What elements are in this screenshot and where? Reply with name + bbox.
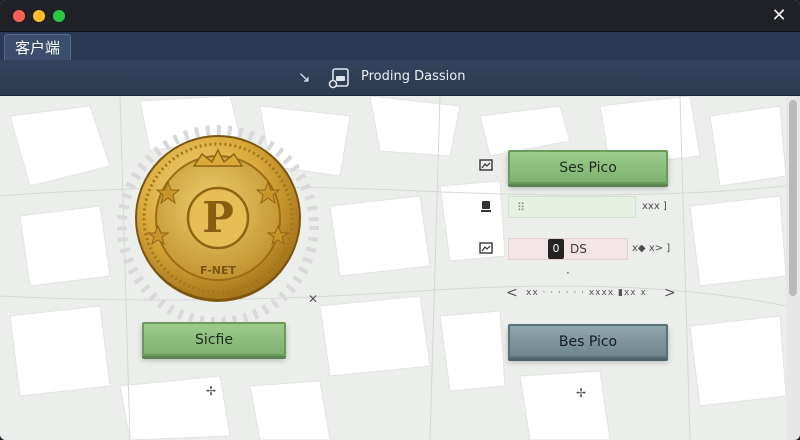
device-icon (478, 199, 494, 215)
divider-tick: · (566, 266, 570, 280)
field-row-1[interactable]: ⠿ (508, 196, 636, 218)
scroll-thumb[interactable] (789, 100, 797, 296)
ds-label: DS (570, 242, 587, 256)
image-icon (478, 158, 494, 174)
ds-badge: 0 (548, 239, 564, 259)
bes-pico-button[interactable]: Bes Pico (508, 324, 668, 358)
ses-pico-button[interactable]: Ses Pico (508, 150, 668, 184)
coin-caption: F-NET (200, 264, 236, 277)
close-window-button[interactable] (13, 10, 25, 22)
pager-text: xx · · · · · · xxxx ▮xx x (526, 288, 647, 298)
app-window: ✕ 客户端 ↘ Proding Dassion P F-NET Sicfie S… (0, 0, 800, 440)
coin-letter: P (202, 193, 234, 242)
pager-prev-button[interactable]: < (506, 284, 518, 302)
main-content: P F-NET Sicfie Ses Pico ⠿ xxx ] 0 DS x◆ … (0, 96, 786, 440)
pager-next-button[interactable]: > (664, 284, 676, 302)
title-bar: ✕ (0, 0, 800, 32)
nav-title: Proding Dassion (361, 69, 466, 84)
dot-marker: ✕ (308, 292, 319, 306)
field-row-1-tail: xxx ] (642, 201, 667, 212)
image-icon-2 (478, 241, 494, 257)
tab-bar: 客户端 (0, 32, 800, 60)
minimize-window-button[interactable] (33, 10, 45, 22)
arrow-down-right-icon[interactable]: ↘ (298, 68, 314, 86)
signin-button[interactable]: Sicfie (142, 322, 286, 356)
document-icon (328, 68, 349, 89)
field-row-2[interactable] (508, 238, 628, 260)
plus-marker-right: ✢ (576, 386, 587, 400)
vertical-scrollbar[interactable] (786, 96, 800, 440)
field-row-2-tail: x◆ x> ] (632, 243, 671, 254)
nav-bar: ↘ Proding Dassion (0, 60, 800, 96)
close-icon[interactable]: ✕ (770, 6, 788, 26)
plus-marker-left: ✢ (206, 384, 217, 398)
tab-client[interactable]: 客户端 (4, 34, 72, 60)
map-background (0, 96, 786, 440)
coin-emblem: P F-NET (135, 135, 301, 302)
zoom-window-button[interactable] (53, 10, 65, 22)
pager: < xx · · · · · · xxxx ▮xx x > (506, 284, 676, 302)
